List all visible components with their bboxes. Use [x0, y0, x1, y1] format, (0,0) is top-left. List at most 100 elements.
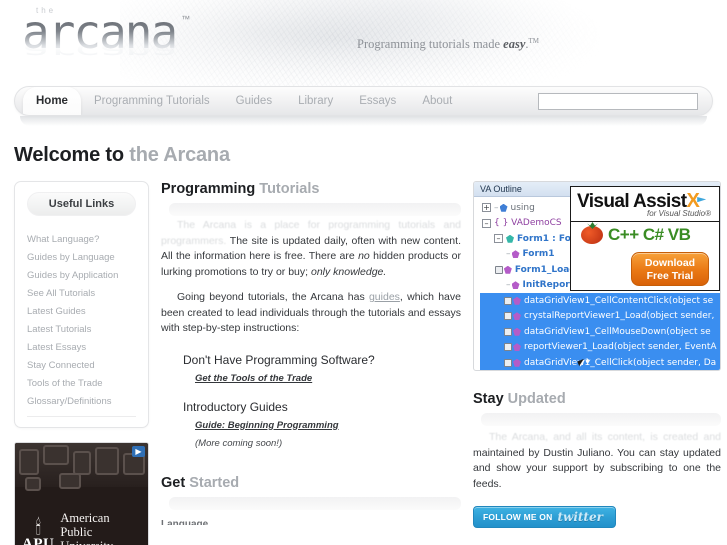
sidebar-item-tools-of-the-trade[interactable]: Tools of the Trade: [27, 374, 136, 392]
sidebar-item-latest-guides[interactable]: Latest Guides: [27, 302, 136, 320]
sidebar-item-latest-tutorials[interactable]: Latest Tutorials: [27, 320, 136, 338]
tomato-icon: [581, 226, 603, 244]
va-tree-label: dataGridView1_CellMouseDown(object se: [524, 326, 711, 337]
apu-advertisement[interactable]: ▶ 🕯 APU American Public University: [14, 442, 149, 545]
guides-link[interactable]: guides: [369, 291, 400, 303]
page-title: Welcome to the Arcana: [14, 144, 727, 167]
apu-brand-lockup: 🕯 APU American Public University: [22, 511, 143, 545]
sidebar-item-stay-connected[interactable]: Stay Connected: [27, 356, 136, 374]
nav-item-library[interactable]: Library: [285, 87, 346, 115]
nav-item-programming-tutorials[interactable]: Programming Tutorials: [81, 87, 223, 115]
va-tree-row[interactable]: dataGridView1_CellContentClick(object se: [480, 293, 720, 309]
va-tree-row[interactable]: dataGridView1_CellClick(object sender, D…: [480, 355, 720, 370]
va-tree-label: using: [510, 202, 535, 213]
programming-tutorials-heading: Programming Tutorials: [161, 181, 461, 197]
va-tree-row[interactable]: dataGridView1_CellMouseDown(object se: [480, 324, 720, 340]
tools-of-the-trade-link[interactable]: Get the Tools of the Trade: [195, 373, 461, 384]
tutorials-heading-strong: Programming: [161, 181, 256, 197]
va-languages-row: C++ C# VB: [571, 221, 719, 245]
introductory-guides-heading: Introductory Guides: [183, 399, 288, 414]
member-icon: [513, 296, 521, 305]
get-started-heading-strong: Get: [161, 474, 186, 491]
va-tree-row[interactable]: dataGridView1_RowDividerDoubleClick(ob: [480, 371, 720, 372]
page-title-muted: the Arcana: [129, 144, 230, 166]
get-started-heading: Get Started: [161, 475, 461, 491]
nav-item-about[interactable]: About: [409, 87, 465, 115]
apu-university-name: American Public University: [60, 511, 113, 545]
twitter-follow-text: FOLLOW ME ON: [483, 512, 553, 522]
no-software-heading: Don't Have Programming Software?: [183, 352, 375, 367]
apu-name-line1: American: [60, 511, 110, 525]
va-tree-label: dataGridView1_CellContentClick(object se: [524, 295, 714, 306]
apu-name-line2: Public: [60, 525, 93, 539]
member-icon: [511, 281, 520, 290]
sidebar-item-glossary-definitions[interactable]: Glossary/Definitions: [27, 392, 136, 410]
stay-updated-heading-muted: Updated: [507, 391, 566, 407]
stay-updated-ghost-line: The Arcana, and all its content, is crea…: [489, 431, 721, 443]
va-languages-text: C++ C# VB: [608, 225, 691, 244]
collapse-icon[interactable]: –: [494, 234, 503, 244]
download-free-trial-button[interactable]: Download Free Trial: [631, 252, 709, 286]
sidebar-item-see-all-tutorials[interactable]: See All Tutorials: [27, 284, 136, 302]
va-tree-row[interactable]: reportViewer1_Load(object sender, EventA: [480, 339, 720, 355]
tagline-emphasis: easy: [503, 37, 526, 52]
collapse-icon[interactable]: –: [482, 218, 491, 228]
beginning-programming-guide-link[interactable]: Guide: Beginning Programming: [195, 420, 461, 431]
va-tree-row[interactable]: crystalReportViewer1_Load(object sender,: [480, 308, 720, 324]
right-column: VA Outline + – using – { } VADemoCS – Fo…: [473, 181, 721, 528]
member-icon: [511, 250, 520, 259]
apu-ad-top-graphic: [15, 443, 148, 491]
stay-updated-heading: Stay Updated: [473, 391, 721, 407]
tagline-trademark: TM: [528, 37, 540, 45]
apu-name-line3: University: [60, 539, 113, 545]
private-icon: [504, 327, 512, 336]
class-icon: [506, 234, 514, 243]
download-line-1: Download: [644, 257, 696, 269]
visual-assist-banner[interactable]: Visual AssistX for Visual Studio® C++ C#…: [570, 186, 720, 291]
nav-item-essays[interactable]: Essays: [346, 87, 409, 115]
main-navigation: Home Programming Tutorials Guides Librar…: [14, 86, 713, 126]
twitter-logo: twitter: [557, 510, 603, 524]
useful-links-list: What Language? Guides by Language Guides…: [15, 230, 148, 410]
expand-icon[interactable]: +: [482, 203, 491, 213]
main-content: Programming Tutorials The Arcana is a pl…: [161, 181, 461, 525]
follow-on-twitter-button[interactable]: FOLLOW ME ON twitter: [473, 506, 616, 528]
tutorials-loading-bar: [169, 203, 461, 216]
va-tree-label: dataGridView1_CellClick(object sender, D…: [524, 357, 717, 368]
va-tree-label: Form1 : Fo: [517, 233, 571, 244]
apu-abbreviation: APU: [22, 536, 55, 545]
get-started-loading-bar: [169, 496, 461, 510]
member-icon: [513, 343, 521, 352]
sidebar-item-guides-by-application[interactable]: Guides by Application: [27, 266, 136, 284]
search-input[interactable]: [538, 93, 698, 110]
apu-logo: 🕯 APU: [22, 517, 55, 545]
member-icon: [513, 358, 521, 367]
tutorials-para1-em1: no: [358, 250, 370, 262]
member-icon: [513, 327, 521, 336]
private-icon: [504, 312, 512, 321]
tutorials-paragraph-1: The Arcana is a place for programming tu…: [161, 218, 461, 280]
site-logo[interactable]: the arcana ™ arcana: [22, 6, 190, 84]
stay-updated-heading-strong: Stay: [473, 391, 504, 407]
va-tree-label: reportViewer1_Load(object sender, EventA: [524, 342, 717, 353]
tutorials-paragraph-2: Going beyond tutorials, the Arcana has g…: [161, 290, 461, 337]
sidebar-item-what-language[interactable]: What Language?: [27, 230, 136, 248]
nav-item-home[interactable]: Home: [23, 87, 81, 115]
nav-bar: Home Programming Tutorials Guides Librar…: [14, 86, 713, 116]
torch-icon: 🕯: [35, 517, 41, 539]
va-tree-label: Form1: [522, 249, 555, 260]
sidebar-item-guides-by-language[interactable]: Guides by Language: [27, 248, 136, 266]
sidebar-item-latest-essays[interactable]: Latest Essays: [27, 338, 136, 356]
nav-item-guides[interactable]: Guides: [223, 87, 285, 115]
tagline-prefix: Programming tutorials made: [357, 37, 504, 52]
useful-links-title: Useful Links: [27, 192, 136, 216]
stay-updated-loading-bar: [481, 413, 721, 426]
va-tree-label: { } VADemoCS: [494, 218, 562, 229]
more-coming-soon-note: (More coming soon!): [195, 437, 283, 449]
adchoices-icon[interactable]: ▶: [132, 446, 145, 457]
private-icon: [504, 358, 512, 367]
visual-assist-advertisement[interactable]: VA Outline + – using – { } VADemoCS – Fo…: [473, 181, 721, 371]
tutorials-para2-a: Going beyond tutorials, the Arcana has: [177, 291, 369, 303]
stay-updated-para-rest: maintained by Dustin Juliano. You can st…: [473, 446, 721, 490]
page-title-strong: Welcome to: [14, 144, 124, 166]
